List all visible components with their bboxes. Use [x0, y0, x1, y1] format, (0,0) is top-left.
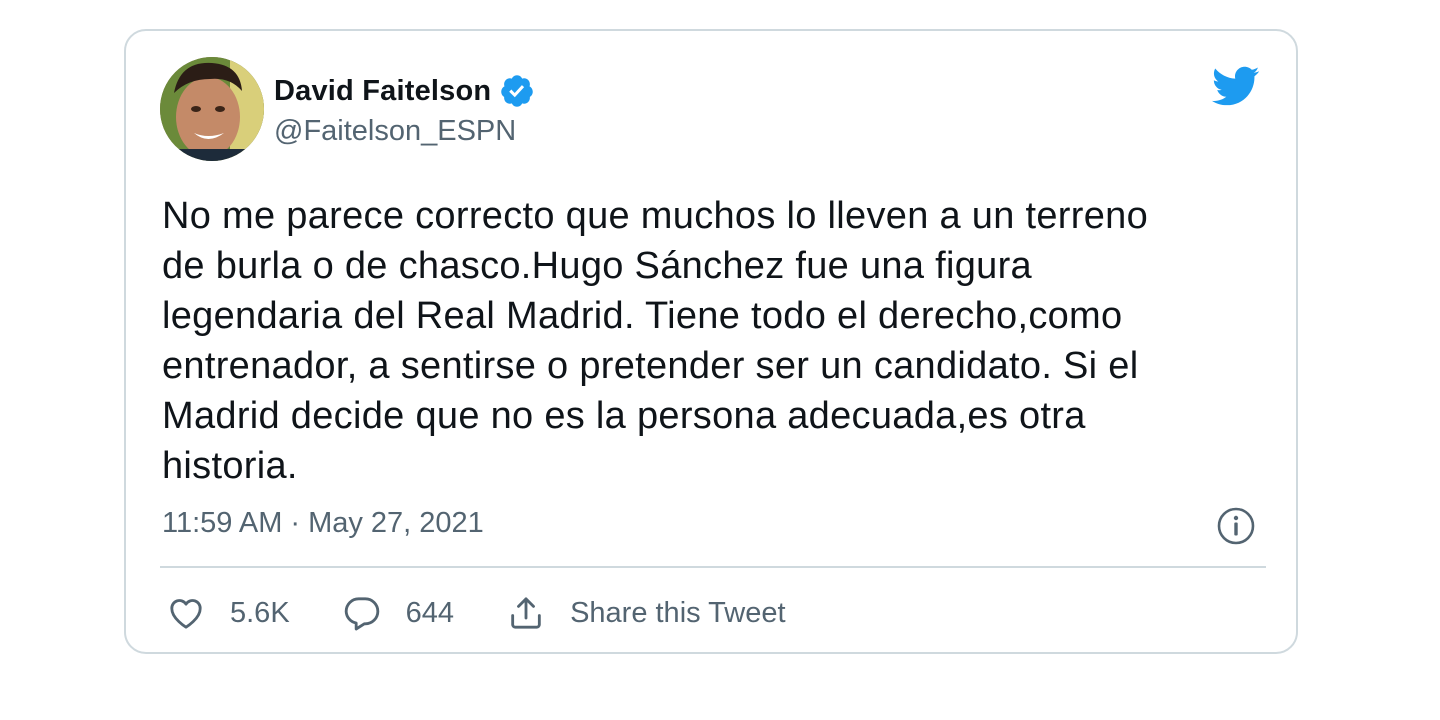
tweet-timestamp[interactable]: 11:59 AM · May 27, 2021 [162, 507, 484, 540]
avatar-photo-icon [160, 57, 264, 161]
verified-badge-icon [499, 73, 535, 109]
heart-icon [170, 599, 202, 629]
tweet-date: May 27, 2021 [308, 507, 484, 539]
tweet-text: No me parece correcto que muchos lo llev… [162, 195, 1149, 487]
author-handle[interactable]: @Faitelson_ESPN [274, 115, 516, 148]
like-button[interactable]: 5.6K [166, 593, 290, 633]
author-name-row: David Faitelson [274, 71, 535, 111]
twitter-bird-icon[interactable] [1210, 65, 1260, 107]
tweet-actions: 5.6K 644 Share this Tweet [166, 591, 838, 635]
tweet-time: 11:59 AM [162, 507, 283, 539]
avatar[interactable] [160, 57, 264, 161]
share-icon [511, 597, 541, 629]
reply-bubble-icon [344, 597, 379, 631]
divider [160, 566, 1266, 568]
like-count: 5.6K [230, 597, 290, 629]
author-display-name[interactable]: David Faitelson [274, 75, 491, 108]
share-label: Share this Tweet [570, 597, 786, 629]
share-button[interactable]: Share this Tweet [506, 593, 786, 633]
reply-button[interactable]: 644 [342, 593, 454, 633]
info-icon[interactable] [1216, 506, 1256, 546]
timestamp-separator: · [290, 507, 301, 539]
tweet-card[interactable]: David Faitelson @Faitelson_ESPN No me pa… [124, 29, 1298, 654]
reply-count: 644 [405, 597, 455, 629]
